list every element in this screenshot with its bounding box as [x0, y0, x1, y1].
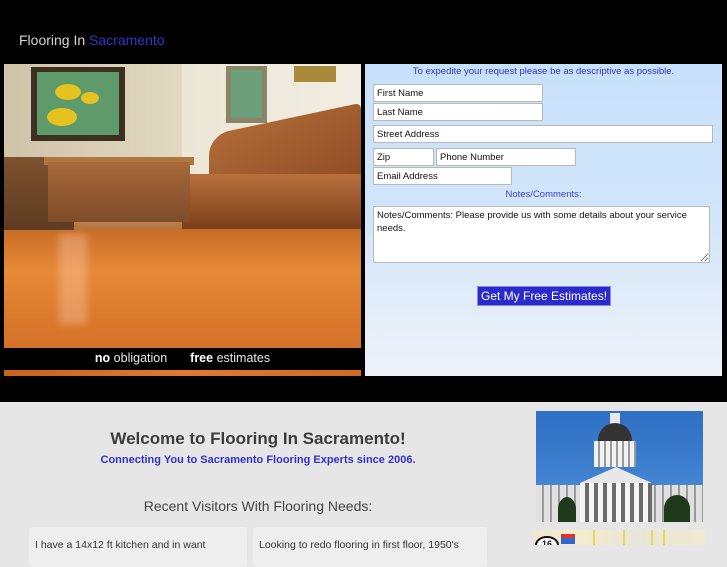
street-address-input[interactable] [373, 125, 713, 143]
capitol-drum [594, 441, 636, 467]
tagline-no: no [94, 351, 111, 365]
map-thumbnail[interactable]: 16 [533, 530, 705, 545]
hero-mirror-glass [231, 70, 262, 118]
map-road [651, 530, 653, 545]
header-band: Flooring In Sacramento no obligation fre… [0, 0, 727, 402]
get-estimates-button[interactable]: Get My Free Estimates! [477, 286, 612, 306]
hero-coffee-table [48, 162, 190, 222]
welcome-subheading: Connecting You to Sacramento Flooring Ex… [100, 454, 416, 466]
capitol-portico [580, 483, 652, 522]
zip-input[interactable] [373, 148, 434, 166]
tagline-obligation: obligation [113, 351, 168, 365]
last-name-input[interactable] [373, 103, 543, 121]
hero-flower [55, 84, 81, 100]
recent-visitors-heading: Recent Visitors With Flooring Needs: [143, 498, 373, 514]
notes-label: Notes/Comments: [505, 189, 582, 200]
wood-strip-decoration [4, 370, 361, 376]
notes-textarea[interactable]: Notes/Comments: Please provide us with s… [373, 206, 710, 263]
capitol-tree [558, 497, 576, 522]
visitor-card-text: I have a 14x12 ft kitchen and in want [35, 539, 206, 551]
phone-number-input[interactable] [436, 148, 576, 166]
site-title-prefix: Flooring In [19, 32, 86, 48]
hero-photo [4, 64, 361, 348]
visitor-card: Looking to redo flooring in first floor,… [253, 527, 487, 567]
hero-floor-reflection [59, 234, 87, 324]
capitol-dome [598, 423, 632, 441]
visitor-card: I have a 14x12 ft kitchen and in want [29, 527, 247, 567]
email-address-input[interactable] [373, 167, 512, 185]
map-road [623, 530, 625, 545]
capitol-tree [664, 495, 690, 522]
hero-painting-canvas [37, 72, 119, 135]
site-title[interactable]: Flooring In Sacramento [19, 32, 165, 48]
estimate-request-form: To expedite your request please be as de… [365, 64, 722, 376]
form-intro: To expedite your request please be as de… [412, 66, 675, 77]
hero-sunflower-painting [31, 67, 125, 141]
visitor-card-text: Looking to redo flooring in first floor,… [259, 539, 459, 551]
hero-sofa-seat [182, 174, 361, 229]
tagline-free: free [190, 351, 214, 365]
first-name-input[interactable] [373, 84, 543, 102]
route-shield-icon: 16 [535, 536, 559, 545]
welcome-heading: Welcome to Flooring In Sacramento! [110, 429, 406, 448]
hero-flower [47, 108, 77, 126]
hero-hardwood-floor [4, 230, 361, 348]
hero-frame [294, 66, 336, 82]
hero-flower [81, 92, 99, 104]
capitol-photo [536, 411, 703, 522]
map-road [663, 530, 665, 545]
map-marker-icon [561, 534, 575, 544]
tagline: no obligation free estimates [4, 348, 361, 368]
capitol-pediment [580, 467, 652, 483]
map-road [593, 530, 595, 545]
hero-mirror [226, 66, 267, 123]
site-title-city: Sacramento [89, 32, 165, 48]
tagline-estimates: estimates [216, 351, 271, 365]
